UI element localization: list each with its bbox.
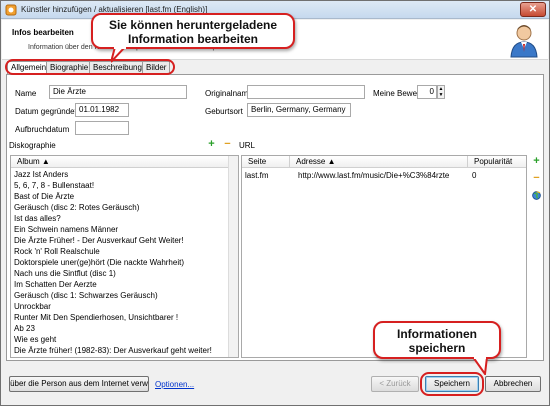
album-list-item[interactable]: Rock 'n' Roll Realschule	[14, 247, 100, 257]
edit-info-callout: Sie können heruntergeladene Information …	[91, 13, 295, 49]
album-list-item[interactable]: Die Ärzte früher! (1982-83): Der Ausverk…	[14, 346, 212, 356]
breakup-label: Aufbruchdatum	[15, 125, 70, 134]
album-list[interactable]: Album ▲ Jazz Ist Anders 5, 6, 7, 8 - Bull…	[10, 155, 239, 358]
album-column-header[interactable]: Album ▲	[11, 156, 230, 168]
add-album-plus-icon[interactable]: +	[207, 139, 216, 150]
birthplace-label: Geburtsort	[205, 107, 243, 116]
window-close-button[interactable]: ✕	[520, 2, 546, 17]
album-list-item[interactable]: Runter Mit Den Spendierhosen, Unsichtbar…	[14, 313, 178, 323]
url-column-seite[interactable]: Seite	[242, 156, 290, 168]
album-list-item[interactable]: Ein Schwein namens Männer	[14, 225, 118, 235]
breakup-field[interactable]	[75, 121, 129, 135]
album-list-item[interactable]: Ist das alles?	[14, 214, 61, 224]
name-label: Name	[15, 89, 37, 98]
album-list-item[interactable]: Nach uns die Sintflut (disc 1)	[14, 269, 116, 279]
cancel-button[interactable]: Abbrechen	[485, 376, 541, 392]
url-column-adresse[interactable]: Adresse ▲	[290, 156, 468, 168]
album-list-item[interactable]: Wie es geht	[14, 335, 56, 345]
back-button[interactable]: < Zurück	[371, 376, 419, 392]
album-list-item[interactable]: Ab 23	[14, 324, 35, 334]
album-list-item[interactable]: Unrockbar	[14, 302, 51, 312]
url-column-adresse-label: Adresse	[296, 157, 326, 166]
name-field[interactable]: Die Ärzte	[49, 85, 187, 99]
album-list-item[interactable]: Geräusch (disc 1: Schwarzes Geräusch)	[14, 291, 158, 301]
url-popularity-cell: 0	[472, 171, 477, 180]
album-list-item[interactable]: Geräusch (disc 2: Rotes Geräusch)	[14, 203, 139, 213]
rating-field[interactable]: 0	[417, 85, 437, 99]
rating-label: Meine Bewert	[373, 89, 422, 98]
tabs-highlight-oval	[5, 59, 175, 75]
save-info-callout: Informationen speichern	[373, 321, 501, 359]
discography-label: Diskographie	[9, 141, 56, 150]
originalname-label: Originalname	[205, 89, 253, 98]
save-highlight-oval	[420, 372, 484, 396]
album-list-item[interactable]: 5, 6, 7, 8 - Bullenstaat!	[14, 181, 94, 191]
header-title: Infos bearbeiten	[12, 28, 74, 37]
remove-album-minus-icon[interactable]: −	[223, 139, 232, 150]
callout-bottom-line1: Informationen	[397, 327, 477, 341]
album-list-item[interactable]: Jazz Ist Anders	[14, 170, 68, 180]
album-list-item[interactable]: Die Ärzte Früher! - Der Ausverkauf Geht …	[14, 236, 184, 246]
album-list-scrollbar[interactable]	[228, 156, 238, 357]
url-column-popularitaet[interactable]: Popularität	[468, 156, 526, 168]
originalname-field[interactable]	[247, 85, 365, 99]
founded-field[interactable]: 01.01.1982	[75, 103, 129, 117]
url-address-cell: http://www.last.fm/music/Die+%C3%84rzte	[298, 171, 450, 180]
birthplace-field[interactable]: Berlin, Germany, Germany	[247, 103, 351, 117]
callout-top-tail	[111, 47, 127, 63]
sort-up-icon: ▲	[41, 157, 50, 166]
callout-top-line1: Sie können heruntergeladene	[108, 18, 278, 32]
url-site-cell: last.fm	[245, 171, 269, 180]
album-list-item[interactable]: Doktorspiele uner(ge)hört (Die nackte Wa…	[14, 258, 184, 268]
tab-panel-allgemein: Name Die Ärzte Originalname Meine Bewert…	[6, 74, 544, 361]
callout-bottom-tail	[471, 357, 489, 375]
globe-icon[interactable]	[532, 191, 541, 200]
callout-bottom-line2: speichern	[408, 341, 466, 355]
album-column-label: Album	[17, 157, 40, 166]
options-link[interactable]: Optionen...	[155, 380, 194, 389]
app-icon	[5, 4, 17, 16]
url-label: URL	[239, 141, 256, 150]
callout-top-line2: Information bearbeiten	[127, 32, 258, 46]
album-list-item[interactable]: Im Schatten Der Aerzte	[14, 280, 97, 290]
add-url-plus-icon[interactable]: +	[532, 156, 541, 167]
remove-url-minus-icon[interactable]: −	[532, 173, 541, 184]
rating-spinner[interactable]: ▲ ▼	[437, 85, 445, 99]
search-internet-button[interactable]: über die Person aus dem Internet verw	[9, 376, 149, 392]
dialog-window: Künstler hinzufügen / aktualisieren [las…	[0, 0, 550, 406]
album-list-item[interactable]: Bast of Die Ärzte	[14, 192, 74, 202]
sort-up-icon: ▲	[327, 157, 336, 166]
user-avatar-icon	[510, 25, 538, 58]
founded-label: Datum gegründet	[15, 107, 77, 116]
